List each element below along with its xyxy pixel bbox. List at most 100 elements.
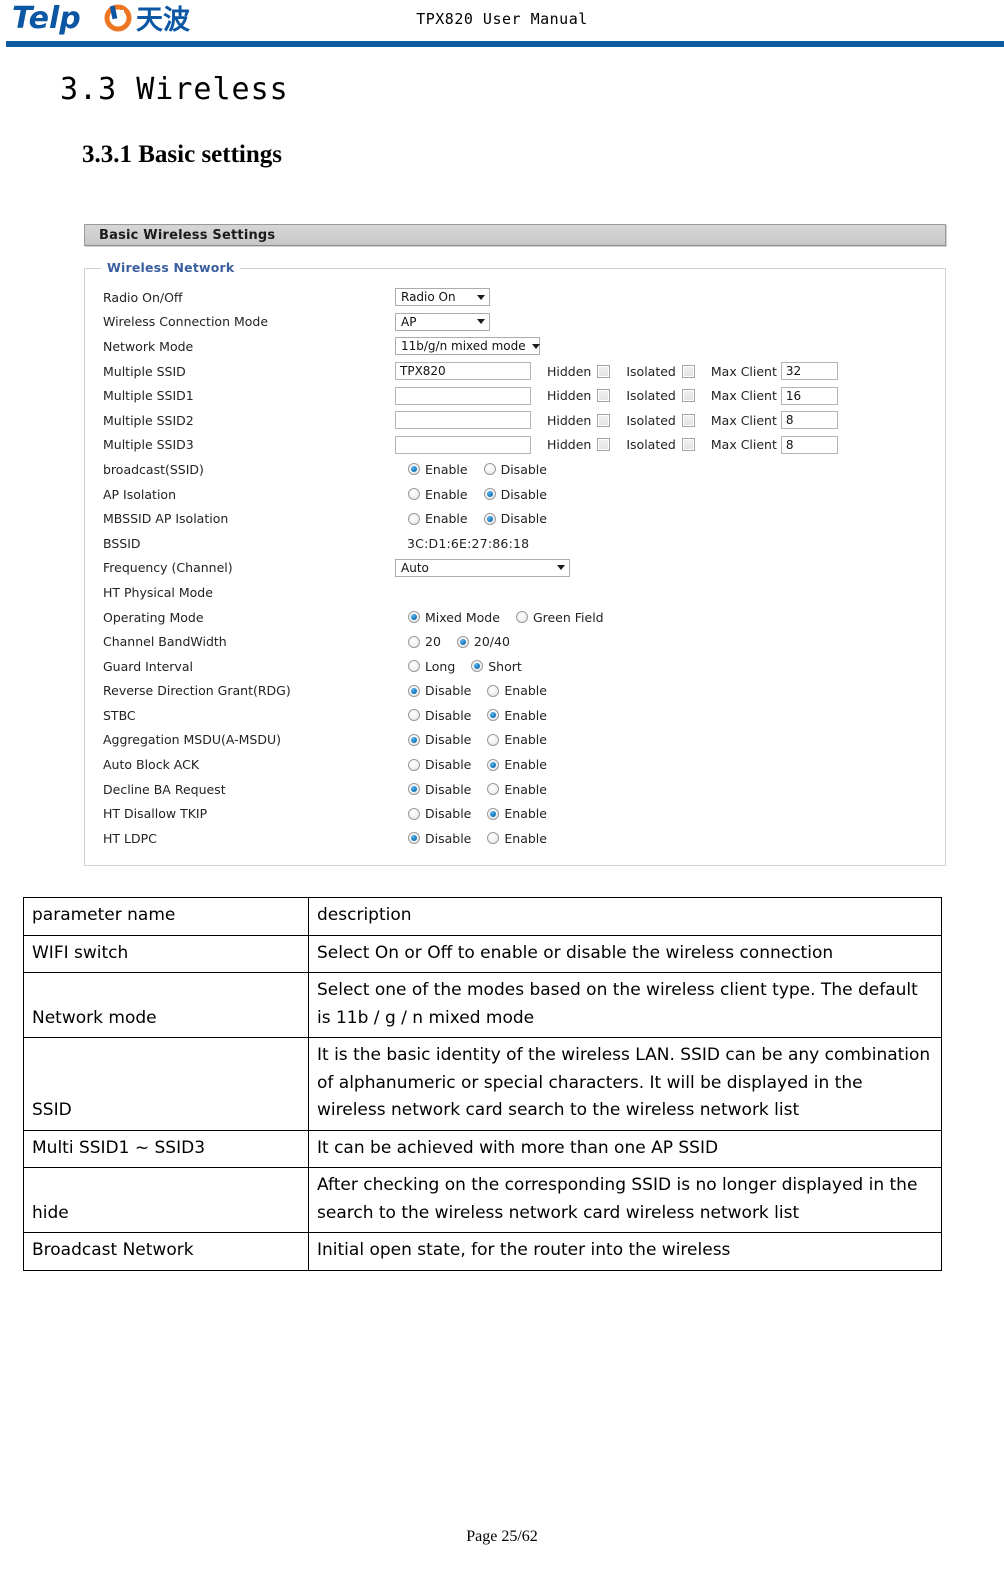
ssid-input-2[interactable]	[395, 411, 531, 430]
chevron-down-icon	[557, 565, 565, 571]
isolated-checkbox-2[interactable]	[681, 413, 695, 427]
mbssid-ap-isolation-option-1[interactable]: Enable	[408, 511, 468, 526]
decline-ba-request-option-2[interactable]: Enable	[487, 782, 547, 797]
radio-icon	[408, 635, 420, 648]
label-network-mode: Network Mode	[103, 338, 194, 354]
radio-icon	[408, 488, 420, 501]
hidden-checkbox-2[interactable]	[597, 413, 611, 427]
bssid-value: 3C:D1:6E:27:86:18	[407, 535, 530, 551]
label-mbssid-ap-isolation: MBSSID AP Isolation	[103, 511, 229, 527]
decline-ba-request-option-1[interactable]: Disable	[408, 782, 471, 797]
auto-block-ack-option-2[interactable]: Enable	[487, 757, 547, 772]
radio-icon	[487, 709, 500, 722]
label-ht-ldpc: HT LDPC	[103, 830, 157, 846]
row-rdg: Reverse Direction Grant(RDG) Disable Ena…	[85, 679, 945, 704]
ssid-input-0[interactable]: TPX820	[395, 362, 531, 381]
isolated-checkbox-0[interactable]	[681, 364, 695, 378]
radio-icon	[487, 783, 500, 796]
label-channel-bandwidth: Channel BandWidth	[103, 634, 227, 650]
row-ht-ldpc: HT LDPC Disable Enable	[85, 826, 945, 851]
isolated-checkbox-3[interactable]	[681, 438, 695, 452]
channel-bandwidth-option-1[interactable]: 20	[408, 634, 441, 649]
broadcast-ssid-option-2[interactable]: Disable	[483, 462, 547, 477]
row-network-mode: Network Mode 11b/g/n mixed mode	[85, 334, 945, 359]
rdg-option-1[interactable]: Disable	[408, 683, 471, 698]
ap-isolation-option-1[interactable]: Enable	[408, 487, 468, 502]
amsdu-option-1[interactable]: Disable	[408, 732, 471, 747]
table-row: WIFI switch Select On or Off to enable o…	[23, 934, 942, 974]
maxclient-label-0: Max Client	[710, 363, 777, 379]
param-desc: Select On or Off to enable or disable th…	[308, 934, 942, 974]
maxclient-input-0[interactable]: 32	[780, 362, 838, 381]
label-multiple-ssid1: Multiple SSID1	[103, 388, 194, 404]
ht-disallow-tkip-option-1[interactable]: Disable	[408, 806, 471, 821]
stbc-option-1[interactable]: Disable	[408, 708, 471, 723]
guard-interval-option-1[interactable]: Long	[408, 659, 455, 674]
row-channel-bandwidth: Channel BandWidth 20 20/40	[85, 629, 945, 654]
radio-icon	[487, 684, 500, 697]
subsection-heading: 3.3.1 Basic settings	[82, 141, 282, 168]
maxclient-input-2[interactable]: 8	[780, 411, 838, 430]
ht-disallow-tkip-option-2[interactable]: Enable	[487, 806, 547, 821]
param-name: hide	[23, 1167, 309, 1234]
rdg-option-2[interactable]: Enable	[487, 683, 547, 698]
network-mode-select[interactable]: 11b/g/n mixed mode	[395, 337, 540, 356]
operating-mode-option-2[interactable]: Green Field	[515, 610, 604, 625]
label-broadcast-ssid: broadcast(SSID)	[103, 461, 204, 477]
radio-icon	[408, 709, 420, 722]
radio-icon	[487, 832, 500, 845]
frequency-channel-select[interactable]: Auto	[395, 558, 570, 577]
maxclient-input-1[interactable]: 16	[780, 386, 838, 405]
row-frequency-channel: Frequency (Channel) Auto	[85, 556, 945, 581]
label-ap-isolation: AP Isolation	[103, 486, 176, 502]
radio-icon	[487, 758, 500, 771]
radio-icon	[408, 463, 420, 476]
table-header-description: description	[308, 897, 942, 936]
stbc-option-2[interactable]: Enable	[487, 708, 547, 723]
chevron-down-icon	[477, 319, 485, 325]
ht-ldpc-option-2[interactable]: Enable	[487, 831, 547, 846]
radio-on-off-select[interactable]: Radio On	[395, 288, 490, 307]
hidden-label-2: Hidden	[547, 412, 592, 428]
wireless-network-fieldset: Wireless Network Radio On/Off Radio On W…	[84, 260, 946, 866]
broadcast-ssid-option-1[interactable]: Enable	[408, 462, 468, 477]
header-rule	[0, 41, 1004, 47]
param-name: Multi SSID1 ~ SSID3	[23, 1129, 309, 1169]
ssid-input-1[interactable]	[395, 386, 531, 405]
label-frequency-channel: Frequency (Channel)	[103, 560, 233, 576]
radio-icon	[483, 512, 496, 525]
radio-icon	[408, 512, 420, 525]
operating-mode-option-1[interactable]: Mixed Mode	[408, 610, 500, 625]
chevron-down-icon	[477, 294, 485, 300]
radio-icon	[408, 733, 420, 746]
ap-isolation-option-2[interactable]: Disable	[483, 487, 547, 502]
isolated-label-2: Isolated	[626, 412, 676, 428]
param-name: Broadcast Network	[23, 1232, 309, 1271]
ssid-input-3[interactable]	[395, 435, 531, 454]
label-ht-physical-mode: HT Physical Mode	[103, 584, 213, 600]
param-desc: After checking on the corresponding SSID…	[308, 1167, 942, 1234]
table-header-row: parameter name description	[23, 897, 942, 936]
auto-block-ack-option-1[interactable]: Disable	[408, 757, 471, 772]
maxclient-input-3[interactable]: 8	[780, 435, 838, 454]
isolated-checkbox-1[interactable]	[681, 389, 695, 403]
table-row: SSID It is the basic identity of the wir…	[23, 1037, 942, 1131]
hidden-checkbox-3[interactable]	[597, 438, 611, 452]
guard-interval-option-2[interactable]: Short	[471, 659, 522, 674]
ht-ldpc-option-1[interactable]: Disable	[408, 831, 471, 846]
hidden-checkbox-0[interactable]	[597, 364, 611, 378]
label-bssid: BSSID	[103, 535, 141, 551]
hidden-checkbox-1[interactable]	[597, 389, 611, 403]
radio-icon	[408, 611, 420, 624]
radio-icon	[408, 832, 420, 845]
wireless-connection-mode-select[interactable]: AP	[395, 312, 490, 331]
channel-bandwidth-option-2[interactable]: 20/40	[456, 634, 510, 649]
amsdu-option-2[interactable]: Enable	[487, 732, 547, 747]
row-ht-physical-mode: HT Physical Mode	[85, 580, 945, 605]
wireless-connection-mode-value: AP	[401, 314, 417, 329]
mbssid-ap-isolation-option-2[interactable]: Disable	[483, 511, 547, 526]
row-ht-disallow-tkip: HT Disallow TKIP Disable Enable	[85, 801, 945, 826]
radio-on-off-value: Radio On	[401, 290, 456, 305]
panel-title: Basic Wireless Settings	[99, 227, 276, 243]
header-rule-cap	[0, 41, 6, 47]
